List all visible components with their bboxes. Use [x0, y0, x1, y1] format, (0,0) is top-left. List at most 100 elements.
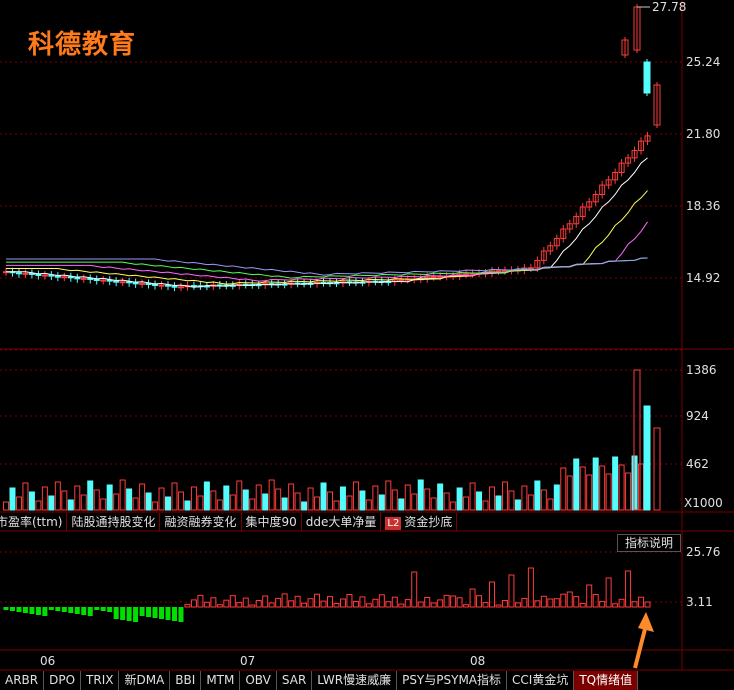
indicator-bar-positive: [197, 594, 204, 608]
volume-tick: 462: [686, 457, 709, 471]
indicator-bar-positive: [346, 594, 353, 608]
tab-northbound-holding[interactable]: 陆股通持股变化: [67, 513, 161, 531]
tab-lwr[interactable]: LWR慢速威廉: [312, 671, 398, 690]
tab-tq-sentiment[interactable]: TQ情绪值: [574, 671, 639, 690]
indicator-bar-positive: [372, 598, 379, 608]
volume-bar: [41, 486, 48, 511]
volume-bar: [469, 482, 476, 511]
indicator-bar-positive: [566, 591, 573, 608]
tab-trix[interactable]: TRIX: [81, 671, 120, 690]
indicator-bar-negative: [133, 607, 139, 622]
volume-bar: [294, 492, 301, 511]
tab-mtm[interactable]: MTM: [201, 671, 241, 690]
tab-dde-net[interactable]: dde大单净量: [302, 513, 382, 531]
volume-bar: [339, 486, 346, 511]
volume-bar: [489, 486, 495, 511]
indicator-bar-positive: [482, 602, 489, 608]
volume-bar: [48, 495, 55, 511]
price-tick: 18.36: [686, 199, 721, 213]
volume-bar: [631, 455, 638, 511]
volume-bar: [22, 482, 29, 511]
tab-sar[interactable]: SAR: [277, 671, 313, 690]
indicator-bar-positive: [301, 602, 308, 608]
volume-bar: [139, 483, 146, 511]
tab-concentration[interactable]: 集中度90: [242, 513, 302, 531]
indicator-bar-negative: [178, 607, 184, 622]
volume-bar: [93, 489, 100, 511]
volume-bar: [113, 493, 120, 511]
volume-bar: [625, 472, 632, 511]
candle-body: [15, 272, 22, 275]
indicator-bar-positive: [275, 597, 282, 608]
candle-body: [80, 277, 87, 280]
volume-bar: [417, 479, 424, 511]
indicator-bar-negative: [3, 607, 9, 610]
indicator-bar-negative: [87, 607, 93, 616]
volume-bar: [514, 499, 521, 511]
tab-pe-ttm[interactable]: 市盈率(ttm): [0, 513, 68, 531]
indicator-bar-negative: [68, 607, 74, 613]
tab-new-dma[interactable]: 新DMA: [119, 671, 171, 690]
indicator-bar-positive: [579, 603, 586, 608]
indicator-bar-positive: [365, 603, 372, 608]
volume-bar: [482, 500, 489, 511]
candle-body: [35, 273, 42, 276]
tab-fund-bottom[interactable]: L2 资金抄底: [381, 513, 458, 531]
volume-bar: [9, 487, 16, 511]
volume-bar: [450, 501, 457, 511]
volume-bar: [145, 492, 152, 511]
indicator-bar-positive: [501, 600, 508, 608]
volume-bar: [314, 496, 321, 511]
volume-bar: [560, 467, 567, 511]
indicator-bar-positive: [553, 598, 560, 608]
indicator-bar-negative: [94, 607, 100, 610]
price-tick: 25.24: [686, 55, 721, 69]
tab-cci[interactable]: CCI黄金坑: [507, 671, 575, 690]
tab-margin-trading[interactable]: 融资融券变化: [160, 513, 242, 531]
candle-body: [119, 281, 126, 284]
volume-bar: [100, 498, 107, 511]
indicator-bar-positive: [249, 604, 256, 608]
candle-body: [61, 276, 68, 279]
indicator-bar-negative: [171, 607, 177, 621]
indicator-bar-positive: [560, 593, 567, 608]
indicator-bar-positive: [489, 581, 495, 608]
time-label: 07: [240, 654, 256, 668]
volume-bar: [61, 490, 68, 511]
candle-body: [152, 283, 159, 287]
volume-bar: [653, 427, 661, 511]
volume-bar: [495, 495, 502, 511]
tab-obv[interactable]: OBV: [240, 671, 277, 690]
volume-bar: [501, 481, 508, 511]
volume-bar: [463, 496, 470, 511]
indicator-bar-negative: [29, 607, 35, 614]
candle-body: [463, 273, 470, 276]
indicator-help-button[interactable]: 指标说明: [617, 534, 681, 552]
candle-body: [54, 275, 61, 278]
indicator-bar-positive: [307, 598, 314, 608]
indicator-bar-positive: [644, 601, 651, 608]
annotation-arrow-head: [638, 612, 654, 632]
volume-unit: X1000: [684, 496, 723, 510]
volume-bar: [119, 479, 126, 511]
tab-psy[interactable]: PSY与PSYMA指标: [397, 671, 508, 690]
volume-bar: [391, 489, 398, 511]
indicator-bar-positive: [223, 599, 230, 608]
indicator-bar-positive: [605, 577, 612, 608]
tab-bbi[interactable]: BBI: [170, 671, 202, 690]
volume-bar: [346, 495, 353, 511]
indicator-bar-positive: [184, 603, 191, 608]
indicator-bar-negative: [35, 607, 41, 615]
volume-bar: [404, 484, 411, 511]
indicator-bar-positive: [398, 603, 405, 608]
volume-bar: [106, 484, 113, 511]
indicator-bar-negative: [16, 607, 22, 612]
volume-bar: [566, 475, 573, 511]
volume-bar: [80, 494, 87, 511]
candle-body: [132, 282, 139, 285]
tab-arbr[interactable]: ARBR: [0, 671, 45, 690]
tab-dpo[interactable]: DPO: [44, 671, 82, 690]
volume-bar: [268, 479, 275, 511]
indicator-bar-negative: [126, 607, 132, 621]
volume-bar: [437, 483, 444, 511]
